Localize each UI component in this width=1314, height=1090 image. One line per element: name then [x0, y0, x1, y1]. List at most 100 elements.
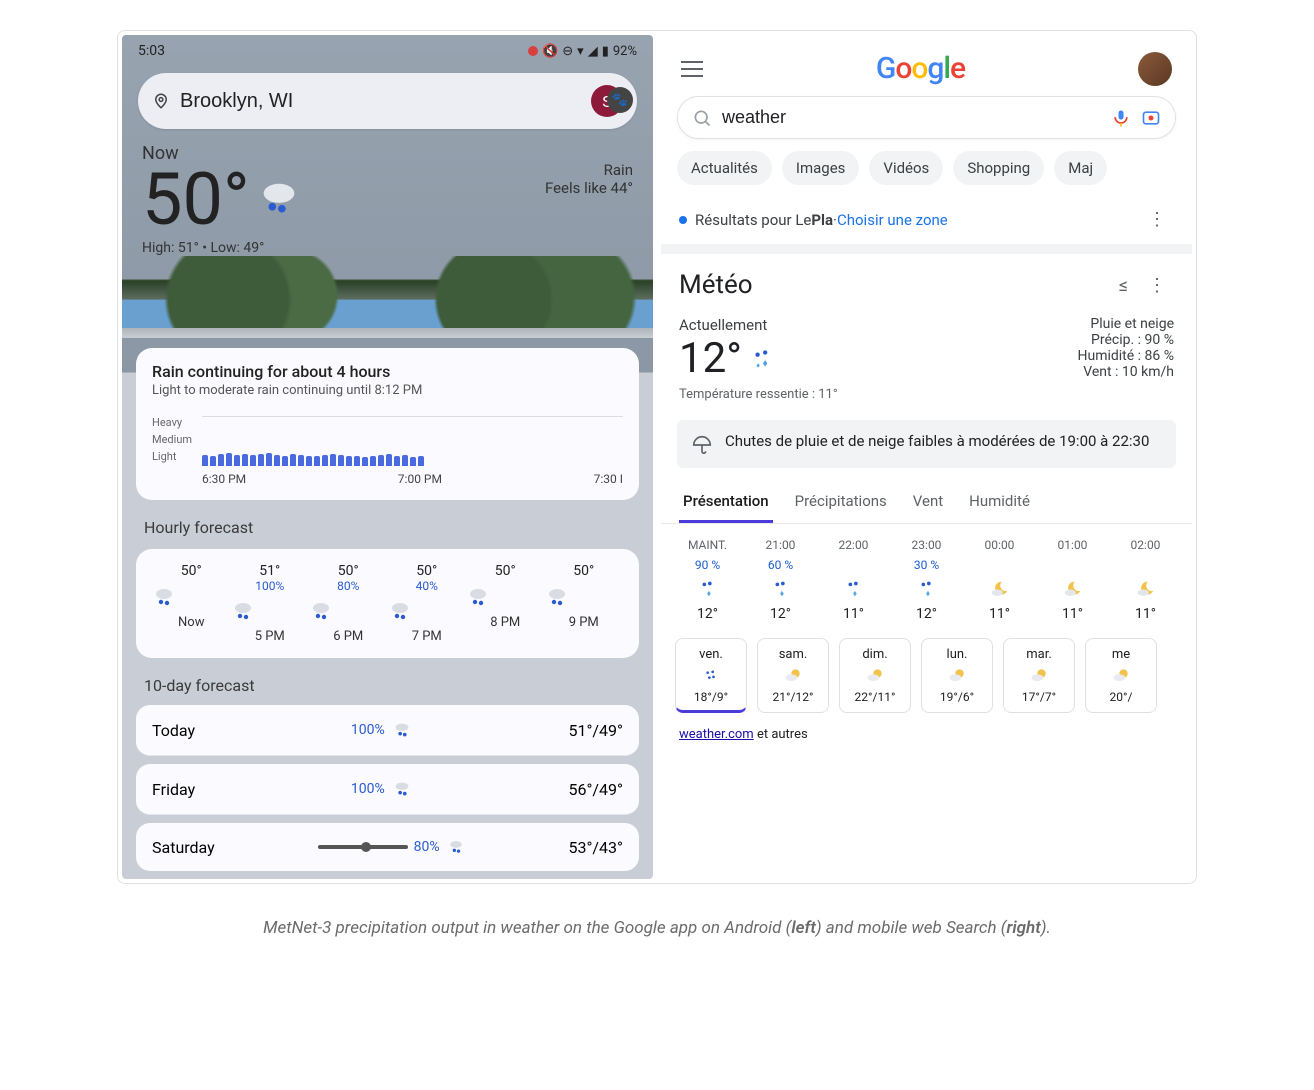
mute-icon: 🔇	[542, 44, 558, 59]
hourly-item[interactable]: 50°40%7 PM	[388, 563, 467, 644]
g-daily-icon	[865, 666, 885, 686]
weather-tab[interactable]: Présentation	[679, 482, 773, 523]
weather-tab[interactable]: Précipitations	[791, 482, 891, 523]
source-link[interactable]: weather.com	[679, 727, 754, 742]
hourly-forecast-card[interactable]: 50°Now51°100%5 PM50°80%6 PM50°40%7 PM50°…	[136, 549, 639, 658]
hourly-temp: 50°	[309, 563, 388, 579]
rain-icon	[391, 719, 413, 741]
lens-icon[interactable]	[1141, 108, 1161, 128]
g-hourly-item[interactable]: 21:0060 %12°	[744, 538, 817, 622]
g-daily-day: ven.	[699, 647, 723, 662]
weather-tab[interactable]: Humidité	[965, 482, 1034, 523]
g-hour-time: 22:00	[839, 538, 869, 552]
feels-like: Feels like 44°	[545, 179, 633, 197]
more-icon[interactable]: ⋮	[1140, 205, 1174, 234]
g-hourly-item[interactable]: 22:0011°	[817, 538, 890, 622]
condition-label: Rain	[545, 161, 633, 179]
hourly-item[interactable]: 50°8 PM	[466, 563, 545, 644]
g-daily-item[interactable]: ven.18°/9°	[675, 638, 747, 713]
g-daily-icon	[947, 666, 967, 686]
g-daily-item[interactable]: lun.19°/6°	[921, 638, 993, 713]
hourly-item[interactable]: 51°100%5 PM	[231, 563, 310, 644]
location-dot-icon	[679, 216, 687, 224]
dnd-icon: ⊖	[562, 44, 573, 59]
voice-search-icon[interactable]	[1111, 108, 1131, 128]
overflow-icon[interactable]: ⋮	[1140, 271, 1174, 300]
daily-forecast-g[interactable]: ven.18°/9°sam.21°/12°dim.22°/11°lun.19°/…	[661, 628, 1192, 717]
g-hour-icon	[843, 578, 865, 600]
g-hour-temp: 11°	[989, 606, 1010, 622]
g-hour-icon	[697, 578, 719, 600]
location-line: Résultats pour Le Pla · Choisir une zone…	[661, 195, 1192, 254]
precip-bar	[266, 453, 272, 466]
hourly-time: 9 PM	[545, 615, 624, 630]
g-daily-icon	[1111, 666, 1131, 686]
search-filter-chips: Actualités Images Vidéos Shopping Maj	[661, 151, 1192, 195]
hourly-temp: 50°	[388, 563, 467, 579]
hourly-weather-icon	[152, 585, 231, 609]
g-hour-temp: 12°	[697, 606, 718, 622]
tenday-day: Friday	[152, 780, 195, 799]
search-bar[interactable]	[677, 96, 1176, 139]
share-icon[interactable]: ≤	[1111, 271, 1136, 300]
account-avatar[interactable]	[1138, 52, 1172, 86]
g-hour-icon	[1135, 578, 1157, 600]
filter-chip[interactable]: Shopping	[953, 151, 1044, 185]
tenday-pct: 100%	[351, 722, 385, 738]
choose-zone-link[interactable]: Choisir une zone	[837, 211, 948, 229]
filter-chip[interactable]: Maj	[1054, 151, 1107, 185]
g-hourly-item[interactable]: 01:0011°	[1036, 538, 1109, 622]
filter-chip[interactable]: Vidéos	[869, 151, 943, 185]
hourly-precip-pct: 80%	[309, 579, 388, 593]
g-hour-temp: 12°	[770, 606, 791, 622]
hourly-item[interactable]: 50°80%6 PM	[309, 563, 388, 644]
precip-bar	[282, 456, 288, 466]
caption-suffix: ).	[1041, 918, 1051, 938]
hourly-forecast-g[interactable]: MAINT.90 %12°21:0060 %12°22:0011°23:0030…	[661, 524, 1192, 628]
hourly-item[interactable]: 50°Now	[152, 563, 231, 644]
precip-bar	[410, 457, 416, 466]
precip-bar	[354, 456, 360, 466]
g-hourly-item[interactable]: MAINT.90 %12°	[671, 538, 744, 622]
precip-chart: Heavy Medium Light 6:30 PM 7:00 PM 7:30 …	[152, 416, 623, 486]
status-time: 5:03	[138, 43, 165, 59]
location-input[interactable]	[180, 90, 581, 113]
hourly-temp: 50°	[466, 563, 545, 579]
precip-bar	[418, 456, 424, 466]
hourly-time: 7 PM	[388, 629, 467, 644]
paw-badge-icon[interactable]: 🐾	[607, 87, 633, 113]
precip-nowcast-card[interactable]: Rain continuing for about 4 hours Light …	[136, 348, 639, 500]
rain-snow-icon	[843, 578, 865, 600]
google-logo[interactable]: Google	[876, 51, 965, 86]
tenday-row[interactable]: Friday100%56°/49°	[136, 764, 639, 815]
filter-chip[interactable]: Actualités	[677, 151, 772, 185]
g-hourly-item[interactable]: 23:0030 %12°	[890, 538, 963, 622]
search-icon	[692, 108, 712, 128]
g-hourly-item[interactable]: 00:00 11°	[963, 538, 1036, 622]
weather-tab[interactable]: Vent	[909, 482, 947, 523]
tenday-row[interactable]: Saturday80%53°/43°	[136, 823, 639, 871]
g-daily-item[interactable]: me20°/	[1085, 638, 1157, 713]
g-hour-time: 00:00	[985, 538, 1015, 552]
high-low: High: 51° • Low: 49°	[142, 240, 302, 256]
g-daily-item[interactable]: dim.22°/11°	[839, 638, 911, 713]
snow-icon	[701, 666, 721, 686]
tenday-row[interactable]: Today100%51°/49°	[136, 705, 639, 756]
location-search[interactable]: S	[138, 73, 637, 129]
g-daily-item[interactable]: sam.21°/12°	[757, 638, 829, 713]
filter-chip[interactable]: Images	[782, 151, 860, 185]
g-daily-item[interactable]: mar.17°/7°	[1003, 638, 1075, 713]
hourly-item[interactable]: 50°9 PM	[545, 563, 624, 644]
hourly-time: Now	[152, 615, 231, 630]
tenday-forecast-list: Today100%51°/49° Friday100%56°/49° Saturda…	[122, 705, 653, 871]
g-daily-highlow: 17°/7°	[1022, 690, 1056, 704]
moon-cloud-icon	[1135, 578, 1157, 600]
g-daily-highlow: 19°/6°	[940, 690, 974, 704]
precip-banner: Chutes de pluie et de neige faibles à mo…	[677, 420, 1176, 468]
g-humidity: Humidité : 86 %	[1078, 348, 1175, 364]
g-hourly-item[interactable]: 02:0011°	[1109, 538, 1182, 622]
menu-icon[interactable]	[681, 61, 703, 77]
g-daily-highlow: 21°/12°	[773, 690, 814, 704]
search-input[interactable]	[722, 107, 1101, 128]
sun-cloud-icon	[865, 666, 885, 686]
